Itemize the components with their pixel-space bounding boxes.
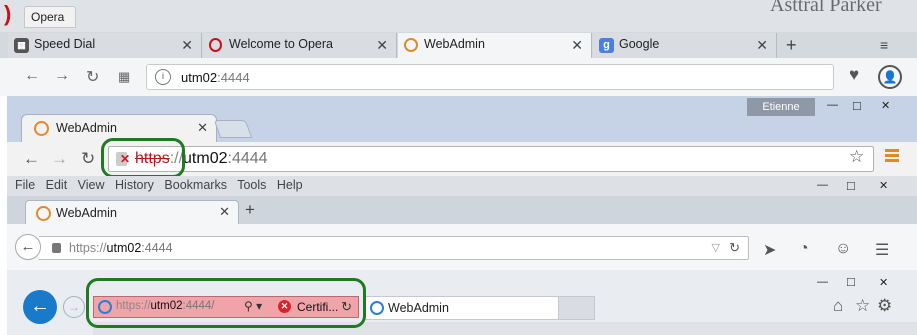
firefox-tabbar: WebAdmin ✕ + (7, 196, 917, 226)
reload-icon[interactable]: ↻ (86, 67, 99, 87)
opera-tabbar: ▦ Speed Dial ✕ Welcome to Opera ✕ WebAdm… (0, 32, 917, 58)
menu-view[interactable]: View (78, 178, 105, 192)
url-host: utm02 (181, 70, 218, 85)
close-tab-icon[interactable]: ✕ (571, 37, 583, 54)
background-window-text: Asttral Parker (770, 0, 882, 16)
minimize-icon[interactable]: — (817, 276, 828, 288)
send-icon[interactable]: ➤ (763, 240, 776, 260)
menu-edit[interactable]: Edit (46, 178, 68, 192)
maximize-icon[interactable]: □ (847, 178, 855, 193)
tab-menu-icon[interactable]: ≡ (880, 37, 888, 53)
lock-icon[interactable] (52, 243, 61, 253)
heart-icon[interactable]: ♥ (842, 65, 866, 89)
google-icon: g (599, 38, 614, 53)
opera-tab-google[interactable]: g Google ✕ (593, 33, 777, 58)
url-scheme: https:// (69, 241, 107, 255)
close-window-icon[interactable]: ✕ (879, 276, 888, 289)
opera-tab-welcome[interactable]: Welcome to Opera ✕ (203, 33, 397, 58)
back-arrow-icon[interactable]: ← (23, 290, 57, 324)
firefox-address-bar[interactable]: https://utm02:4444 ▽ ↻ (39, 236, 749, 260)
close-window-icon[interactable]: ✕ (879, 179, 888, 192)
minimize-icon[interactable]: — (827, 99, 838, 111)
reload-icon[interactable]: ↻ (729, 240, 740, 256)
menu-history[interactable]: History (115, 178, 154, 192)
highlight-circle-chrome (101, 138, 185, 178)
menu-tools[interactable]: Tools (237, 178, 266, 192)
close-tab-icon[interactable]: ✕ (197, 120, 208, 136)
chrome-address-bar[interactable]: ✕ https://utm02:4444 (108, 146, 874, 172)
speed-dial-grid-icon[interactable]: ▦ (118, 69, 130, 85)
settings-gear-icon[interactable]: ⚙ (877, 296, 892, 316)
bookmark-star-icon[interactable]: ☆ (849, 147, 864, 167)
opera-window: ) Opera Asttral Parker ▦ Speed Dial ✕ We… (0, 0, 917, 96)
home-icon[interactable]: ⌂ (833, 296, 843, 316)
opera-tab-webadmin[interactable]: WebAdmin ✕ (398, 33, 592, 58)
url-host: utm02 (183, 150, 228, 167)
close-window-icon[interactable]: ✕ (881, 99, 890, 112)
menu-file[interactable]: File (15, 178, 35, 192)
hamburger-menu-icon[interactable]: ☰ (875, 240, 889, 260)
webadmin-favicon-icon (36, 206, 51, 221)
forward-arrow-icon[interactable]: → (54, 67, 70, 85)
opera-navbar: ← → ↻ ▦ i utm02:4444 ♥ 👤 (0, 58, 917, 96)
back-arrow-icon[interactable]: ← (15, 234, 41, 260)
minimize-icon[interactable]: — (817, 179, 828, 191)
grid-icon: ▦ (14, 38, 29, 53)
opera-titlebar: ) Opera Asttral Parker (0, 0, 917, 32)
firefox-tab-webadmin[interactable]: WebAdmin ✕ (25, 200, 239, 226)
ie-tab-webadmin[interactable]: WebAdmin (363, 296, 559, 320)
back-arrow-icon[interactable]: ← (24, 67, 40, 85)
forward-arrow-icon[interactable]: → (63, 296, 85, 318)
url-dropdown-icon[interactable]: ▽ (712, 241, 720, 254)
feedback-smiley-icon[interactable]: ☺ (835, 240, 851, 258)
url-port: :4444 (141, 241, 173, 255)
maximize-icon[interactable]: □ (847, 274, 855, 289)
site-info-icon[interactable]: i (155, 69, 171, 85)
tab-label: WebAdmin (424, 37, 485, 51)
highlight-circle-ie (86, 278, 366, 328)
favorites-star-icon[interactable]: ☆ (855, 296, 870, 316)
new-tab-button[interactable]: + (786, 35, 797, 56)
menu-bookmarks[interactable]: Bookmarks (164, 178, 227, 192)
url-host: utm02 (106, 241, 142, 255)
close-tab-icon[interactable]: ✕ (756, 37, 768, 54)
profile-badge[interactable]: Etienne (747, 98, 815, 116)
menu-help[interactable]: Help (277, 178, 303, 192)
close-tab-icon[interactable]: ✕ (181, 37, 193, 54)
tab-label: Welcome to Opera (229, 37, 333, 51)
opera-icon (209, 38, 222, 52)
opera-address-bar[interactable]: i utm02:4444 (146, 64, 834, 90)
close-tab-icon[interactable]: ✕ (376, 37, 388, 54)
new-tab-button[interactable] (213, 120, 253, 138)
tab-label: Google (619, 37, 660, 51)
webadmin-favicon-icon (404, 38, 418, 52)
url-port: :4444 (227, 150, 268, 167)
new-tab-button[interactable] (559, 296, 595, 320)
maximize-icon[interactable]: □ (853, 98, 861, 113)
firefox-menubar: File Edit View History Bookmarks Tools H… (7, 176, 917, 196)
webadmin-favicon-icon (34, 121, 49, 136)
close-tab-icon[interactable]: ✕ (219, 204, 230, 220)
url-port: :4444 (217, 70, 250, 85)
tab-label: WebAdmin (56, 206, 117, 220)
opera-tab-speed-dial[interactable]: ▦ Speed Dial ✕ (8, 33, 202, 58)
new-tab-button[interactable]: + (245, 200, 255, 220)
opera-app-title: Opera (24, 6, 76, 28)
tab-label: Speed Dial (34, 37, 96, 51)
ie-favicon-icon (370, 301, 384, 315)
tab-label: WebAdmin (388, 301, 449, 315)
back-arrow-icon[interactable]: ← (23, 149, 40, 169)
history-icon[interactable]: ◔ (799, 240, 809, 258)
chrome-menu-icon[interactable] (885, 149, 899, 164)
forward-arrow-icon[interactable]: → (51, 149, 68, 169)
firefox-window: File Edit View History Bookmarks Tools H… (7, 176, 917, 270)
reload-icon[interactable]: ↻ (81, 149, 95, 169)
tab-label: WebAdmin (56, 121, 117, 135)
user-icon[interactable]: 👤 (878, 65, 902, 89)
firefox-navbar: https://utm02:4444 ▽ ↻ ← ➤ ◔ ☺ ☰ (7, 224, 917, 270)
